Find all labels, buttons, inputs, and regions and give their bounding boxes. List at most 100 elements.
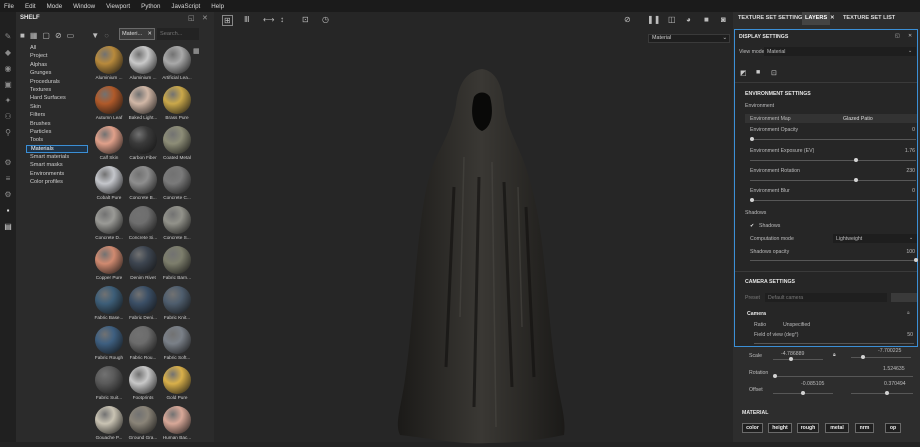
material-thumbnail[interactable]: Copper Pure bbox=[90, 246, 128, 283]
material-thumbnail[interactable]: Human Bac... bbox=[158, 406, 196, 443]
environment-icon[interactable]: ◕ bbox=[686, 15, 691, 24]
category-item[interactable]: Environments bbox=[26, 170, 88, 178]
tab-close-icon[interactable]: ✕ bbox=[827, 12, 838, 25]
category-item[interactable]: Textures bbox=[26, 86, 88, 94]
clone-icon[interactable]: ⚇ bbox=[3, 112, 13, 121]
grid-icon[interactable]: ▦ bbox=[30, 31, 38, 40]
shelf-search-input[interactable] bbox=[157, 28, 199, 40]
bake-icon[interactable]: ⚙ bbox=[3, 190, 13, 199]
fov-slider[interactable] bbox=[754, 343, 914, 344]
close-icon[interactable]: ✕ bbox=[202, 14, 208, 22]
menu-python[interactable]: Python bbox=[141, 3, 160, 10]
tab-layers[interactable]: LAYERS bbox=[802, 12, 831, 25]
search-icon[interactable]: ○ bbox=[104, 31, 109, 40]
env-rotation-handle[interactable] bbox=[854, 178, 859, 182]
shadows-opacity-handle[interactable] bbox=[914, 258, 918, 262]
channel-metal-button[interactable]: metal bbox=[825, 423, 849, 433]
frame-tab-icon[interactable]: ⊡ bbox=[771, 69, 777, 77]
screenshot-icon[interactable]: ◙ bbox=[721, 15, 726, 24]
tab-texture-set-list[interactable]: TEXTURE SET LIST bbox=[840, 12, 898, 25]
hide-icon[interactable]: ⊘ bbox=[55, 31, 62, 40]
clear-filter-icon[interactable]: ✕ bbox=[147, 31, 152, 37]
menu-javascript[interactable]: JavaScript bbox=[171, 3, 200, 10]
material-thumbnail[interactable]: Cobalt Pure bbox=[90, 166, 128, 203]
rotation-slider[interactable] bbox=[773, 376, 913, 377]
python-icon[interactable]: ▪ bbox=[3, 206, 13, 215]
menu-edit[interactable]: Edit bbox=[25, 3, 36, 10]
env-opacity-handle[interactable] bbox=[750, 137, 754, 141]
new-item-icon[interactable]: ▢ bbox=[42, 31, 50, 40]
filter-chip[interactable]: Materi... ✕ bbox=[119, 28, 155, 40]
settings-icon[interactable]: ⚙ bbox=[3, 158, 13, 167]
geometry-fill-icon[interactable]: ▣ bbox=[3, 80, 13, 89]
material-thumbnail[interactable]: Baked Light... bbox=[124, 86, 162, 123]
material-thumbnail[interactable]: Concrete C... bbox=[158, 166, 196, 203]
check-icon[interactable]: ✔ bbox=[750, 223, 754, 229]
material-thumbnail[interactable]: Concrete S... bbox=[158, 206, 196, 243]
no-symbol-icon[interactable]: ⊘ bbox=[624, 15, 631, 24]
material-thumbnail[interactable]: Gouache P... bbox=[90, 406, 128, 443]
channel-height-button[interactable]: height bbox=[768, 423, 792, 433]
category-item[interactable]: Grunges bbox=[26, 69, 88, 77]
material-thumbnail[interactable]: Fabric Knit... bbox=[158, 286, 196, 323]
close-icon[interactable]: ✕ bbox=[908, 33, 912, 39]
scale-y-handle[interactable] bbox=[861, 355, 865, 359]
offset-y-slider[interactable] bbox=[851, 393, 913, 394]
category-item[interactable]: Alphas bbox=[26, 61, 88, 69]
category-item[interactable]: Hard Surfaces bbox=[26, 94, 88, 102]
channel-op-button[interactable]: op bbox=[885, 423, 901, 433]
offset-x-handle[interactable] bbox=[801, 391, 805, 395]
history-icon[interactable]: ◷ bbox=[322, 15, 329, 24]
material-thumbnail[interactable]: Gold Pure bbox=[158, 366, 196, 403]
tab-texture-set-settings[interactable]: TEXTURE SET SETTINGS bbox=[735, 12, 809, 25]
material-thumbnail[interactable]: Autumn Leaf bbox=[90, 86, 128, 123]
category-item[interactable]: Brushes bbox=[26, 120, 88, 128]
category-item[interactable]: All bbox=[26, 44, 88, 52]
material-thumbnail[interactable]: Denim Rivet bbox=[124, 246, 162, 283]
material-thumbnail[interactable]: Concrete D... bbox=[90, 206, 128, 243]
material-thumbnail[interactable]: Fabric Base... bbox=[90, 286, 128, 323]
menu-window[interactable]: Window bbox=[73, 3, 95, 10]
projection-icon[interactable]: ◉ bbox=[3, 64, 13, 73]
shadows-opacity-slider[interactable] bbox=[750, 260, 916, 261]
material-thumbnail[interactable]: Fabric Soft... bbox=[158, 326, 196, 363]
channel-nrm-button[interactable]: nrm bbox=[855, 423, 874, 433]
menu-help[interactable]: Help bbox=[211, 3, 224, 10]
undock-icon[interactable]: ◱ bbox=[188, 14, 195, 22]
viewport-3d[interactable]: ⊞ Ⅲ ⟷ ↕ ⊡ ◷ ⊘ ❚❚ ◫ ◕ ■ ◙ Material ⌄ bbox=[214, 12, 733, 444]
camera-tab-icon[interactable]: ■ bbox=[756, 69, 760, 76]
preset-button[interactable] bbox=[891, 293, 917, 302]
grid-view-icon[interactable]: ▦ bbox=[193, 47, 200, 55]
smudge-icon[interactable]: ✦ bbox=[3, 96, 13, 105]
category-item[interactable]: Skin bbox=[26, 103, 88, 111]
paint-brush-icon[interactable]: ✎ bbox=[3, 32, 13, 41]
save-icon[interactable]: ▭ bbox=[67, 31, 75, 40]
frame-icon[interactable]: ⊞ bbox=[222, 15, 233, 26]
material-thumbnail[interactable]: Fabric Deni... bbox=[124, 286, 162, 323]
category-item[interactable]: Project bbox=[26, 52, 88, 60]
mirror-x-icon[interactable]: ⟷ bbox=[263, 15, 274, 24]
rotation-handle[interactable] bbox=[773, 374, 777, 378]
offset-y-handle[interactable] bbox=[885, 391, 889, 395]
env-blur-slider[interactable] bbox=[750, 200, 916, 201]
environment-map-row[interactable]: Environment Map Glazed Patio bbox=[745, 114, 917, 123]
mirror-y-icon[interactable]: ↕ bbox=[280, 15, 284, 24]
channel-color-button[interactable]: color bbox=[742, 423, 763, 433]
menu-viewport[interactable]: Viewport bbox=[106, 3, 130, 10]
material-thumbnail[interactable]: Concrete Si... bbox=[124, 206, 162, 243]
eraser-icon[interactable]: ◆ bbox=[3, 48, 13, 57]
computation-mode-select[interactable]: Lightweight ⌄ bbox=[833, 234, 917, 243]
display-icon[interactable]: ◫ bbox=[668, 15, 676, 24]
material-thumbnail[interactable]: Fabric Barn... bbox=[158, 246, 196, 283]
material-thumbnail[interactable]: Carbon Fiber bbox=[124, 126, 162, 163]
env-exposure-slider[interactable] bbox=[750, 160, 916, 161]
env-opacity-slider[interactable] bbox=[750, 139, 916, 140]
material-thumbnail[interactable]: Fabric Suit... bbox=[90, 366, 128, 403]
category-item[interactable]: Smart materials bbox=[26, 153, 88, 161]
material-thumbnail[interactable]: Aluminium ... bbox=[124, 46, 162, 83]
viewport-mode-select[interactable]: Material ⌄ bbox=[648, 34, 730, 43]
material-thumbnail[interactable]: Artificial Lea... bbox=[158, 46, 196, 83]
category-item[interactable]: Procedurals bbox=[26, 78, 88, 86]
log-icon[interactable]: ▤ bbox=[3, 222, 13, 231]
material-thumbnail[interactable]: Calf Skin bbox=[90, 126, 128, 163]
